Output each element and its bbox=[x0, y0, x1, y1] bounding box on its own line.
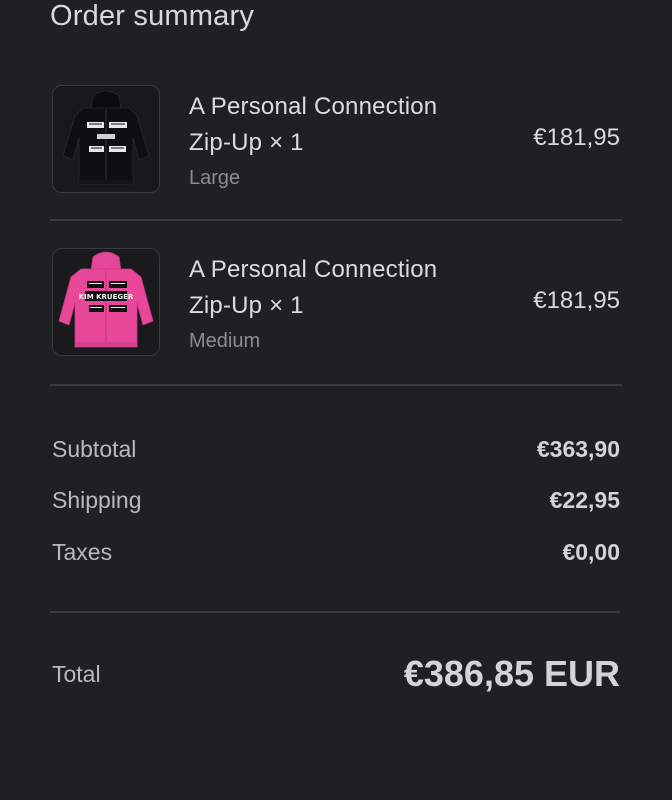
item-name-line1: A Personal Connection bbox=[189, 93, 438, 120]
shipping-row: Shipping €22,95 bbox=[52, 484, 620, 516]
line-item: KIM KRUEGER A Personal Connection Zip-Up… bbox=[50, 248, 622, 356]
divider bbox=[50, 219, 622, 221]
item-price: €181,95 bbox=[533, 287, 620, 314]
item-variant: Large bbox=[189, 167, 241, 189]
order-summary-page: Order summary A Personal Connection Zip-… bbox=[0, 0, 672, 800]
taxes-row: Taxes €0,00 bbox=[52, 536, 620, 568]
page-title: Order summary bbox=[50, 0, 255, 32]
taxes-label: Taxes bbox=[52, 539, 113, 565]
black-hoodie-image bbox=[52, 85, 160, 193]
item-name: A Personal Connection Zip-Up × 1 bbox=[189, 89, 499, 161]
item-variant: Medium bbox=[189, 330, 261, 352]
item-name-line2: Zip-Up × 1 bbox=[189, 129, 304, 156]
subtotal-label: Subtotal bbox=[52, 436, 137, 462]
item-name-line1: A Personal Connection bbox=[189, 256, 438, 283]
shipping-value: €22,95 bbox=[549, 487, 620, 513]
line-item: A Personal Connection Zip-Up × 1 Large €… bbox=[50, 85, 622, 193]
total-value: €386,85 EUR bbox=[403, 653, 620, 694]
item-name-line2: Zip-Up × 1 bbox=[189, 292, 304, 319]
pink-hoodie-image: KIM KRUEGER bbox=[52, 248, 160, 356]
shipping-label: Shipping bbox=[52, 487, 142, 513]
subtotal-row: Subtotal €363,90 bbox=[52, 433, 620, 465]
divider bbox=[50, 384, 622, 386]
total-label: Total bbox=[52, 661, 101, 687]
subtotal-value: €363,90 bbox=[536, 436, 620, 462]
item-name: A Personal Connection Zip-Up × 1 bbox=[189, 252, 499, 324]
taxes-value: €0,00 bbox=[562, 539, 620, 565]
item-price: €181,95 bbox=[533, 124, 620, 151]
hoodie-print-text: KIM KRUEGER bbox=[79, 293, 134, 301]
divider bbox=[50, 611, 620, 613]
